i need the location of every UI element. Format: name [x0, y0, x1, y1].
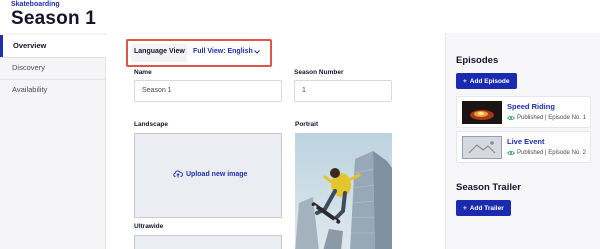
chevron-down-icon — [254, 50, 260, 54]
sidebar-item-discovery[interactable]: Discovery — [0, 57, 106, 79]
add-episode-label: Add Episode — [469, 77, 510, 85]
upload-image-button[interactable]: Upload new image — [173, 170, 247, 178]
episodes-title: Episodes — [456, 55, 499, 66]
landscape-upload-box[interactable]: Upload new image — [134, 133, 282, 218]
sidebar: Overview Discovery Availability — [0, 33, 106, 249]
language-select[interactable]: Full View: English — [187, 44, 265, 62]
eye-icon — [507, 150, 515, 156]
episode-card[interactable]: Live Event Published | Episode No. 2 — [456, 131, 591, 163]
eye-icon — [507, 115, 515, 121]
name-field[interactable]: Season 1 — [134, 80, 282, 102]
episode-thumbnail — [462, 101, 502, 124]
add-trailer-button[interactable]: + Add Trailer — [456, 200, 511, 216]
episode-title[interactable]: Speed Riding — [507, 102, 555, 111]
add-episode-button[interactable]: + Add Episode — [456, 73, 517, 89]
plus-icon: + — [463, 77, 467, 85]
episode-status-text: Published | Episode No. 1 — [517, 115, 586, 121]
image-placeholder-icon — [462, 136, 502, 159]
skater-photo — [295, 133, 392, 249]
ultrawide-upload-box[interactable] — [134, 235, 282, 249]
season-number-label: Season Number — [294, 69, 344, 76]
breadcrumb[interactable]: Skateboarding — [11, 1, 60, 8]
portrait-label: Portrait — [295, 121, 319, 128]
cloud-upload-icon — [173, 170, 183, 178]
episode-status: Published | Episode No. 1 — [507, 115, 586, 121]
add-trailer-label: Add Trailer — [469, 204, 504, 212]
sidebar-item-availability[interactable]: Availability — [0, 79, 106, 101]
episode-title[interactable]: Live Event — [507, 137, 545, 146]
upload-image-label: Upload new image — [186, 170, 248, 178]
landscape-label: Landscape — [134, 121, 168, 128]
name-label: Name — [134, 69, 152, 76]
language-view-label: Language View — [134, 48, 185, 55]
season-number-field[interactable]: 1 — [294, 80, 392, 102]
episode-status: Published | Episode No. 2 — [507, 150, 586, 156]
language-select-value: Full View: English — [193, 48, 253, 55]
portrait-image[interactable] — [295, 133, 392, 249]
episode-status-text: Published | Episode No. 2 — [517, 150, 586, 156]
episode-card[interactable]: Speed Riding Published | Episode No. 1 — [456, 96, 591, 128]
season-trailer-title: Season Trailer — [456, 182, 521, 193]
ultrawide-label: Ultrawide — [134, 223, 164, 230]
plus-icon: + — [463, 204, 467, 212]
fire-thumbnail-image — [462, 101, 502, 124]
sidebar-item-overview[interactable]: Overview — [0, 35, 106, 57]
episode-thumbnail — [462, 136, 502, 159]
page-title: Season 1 — [11, 8, 97, 29]
